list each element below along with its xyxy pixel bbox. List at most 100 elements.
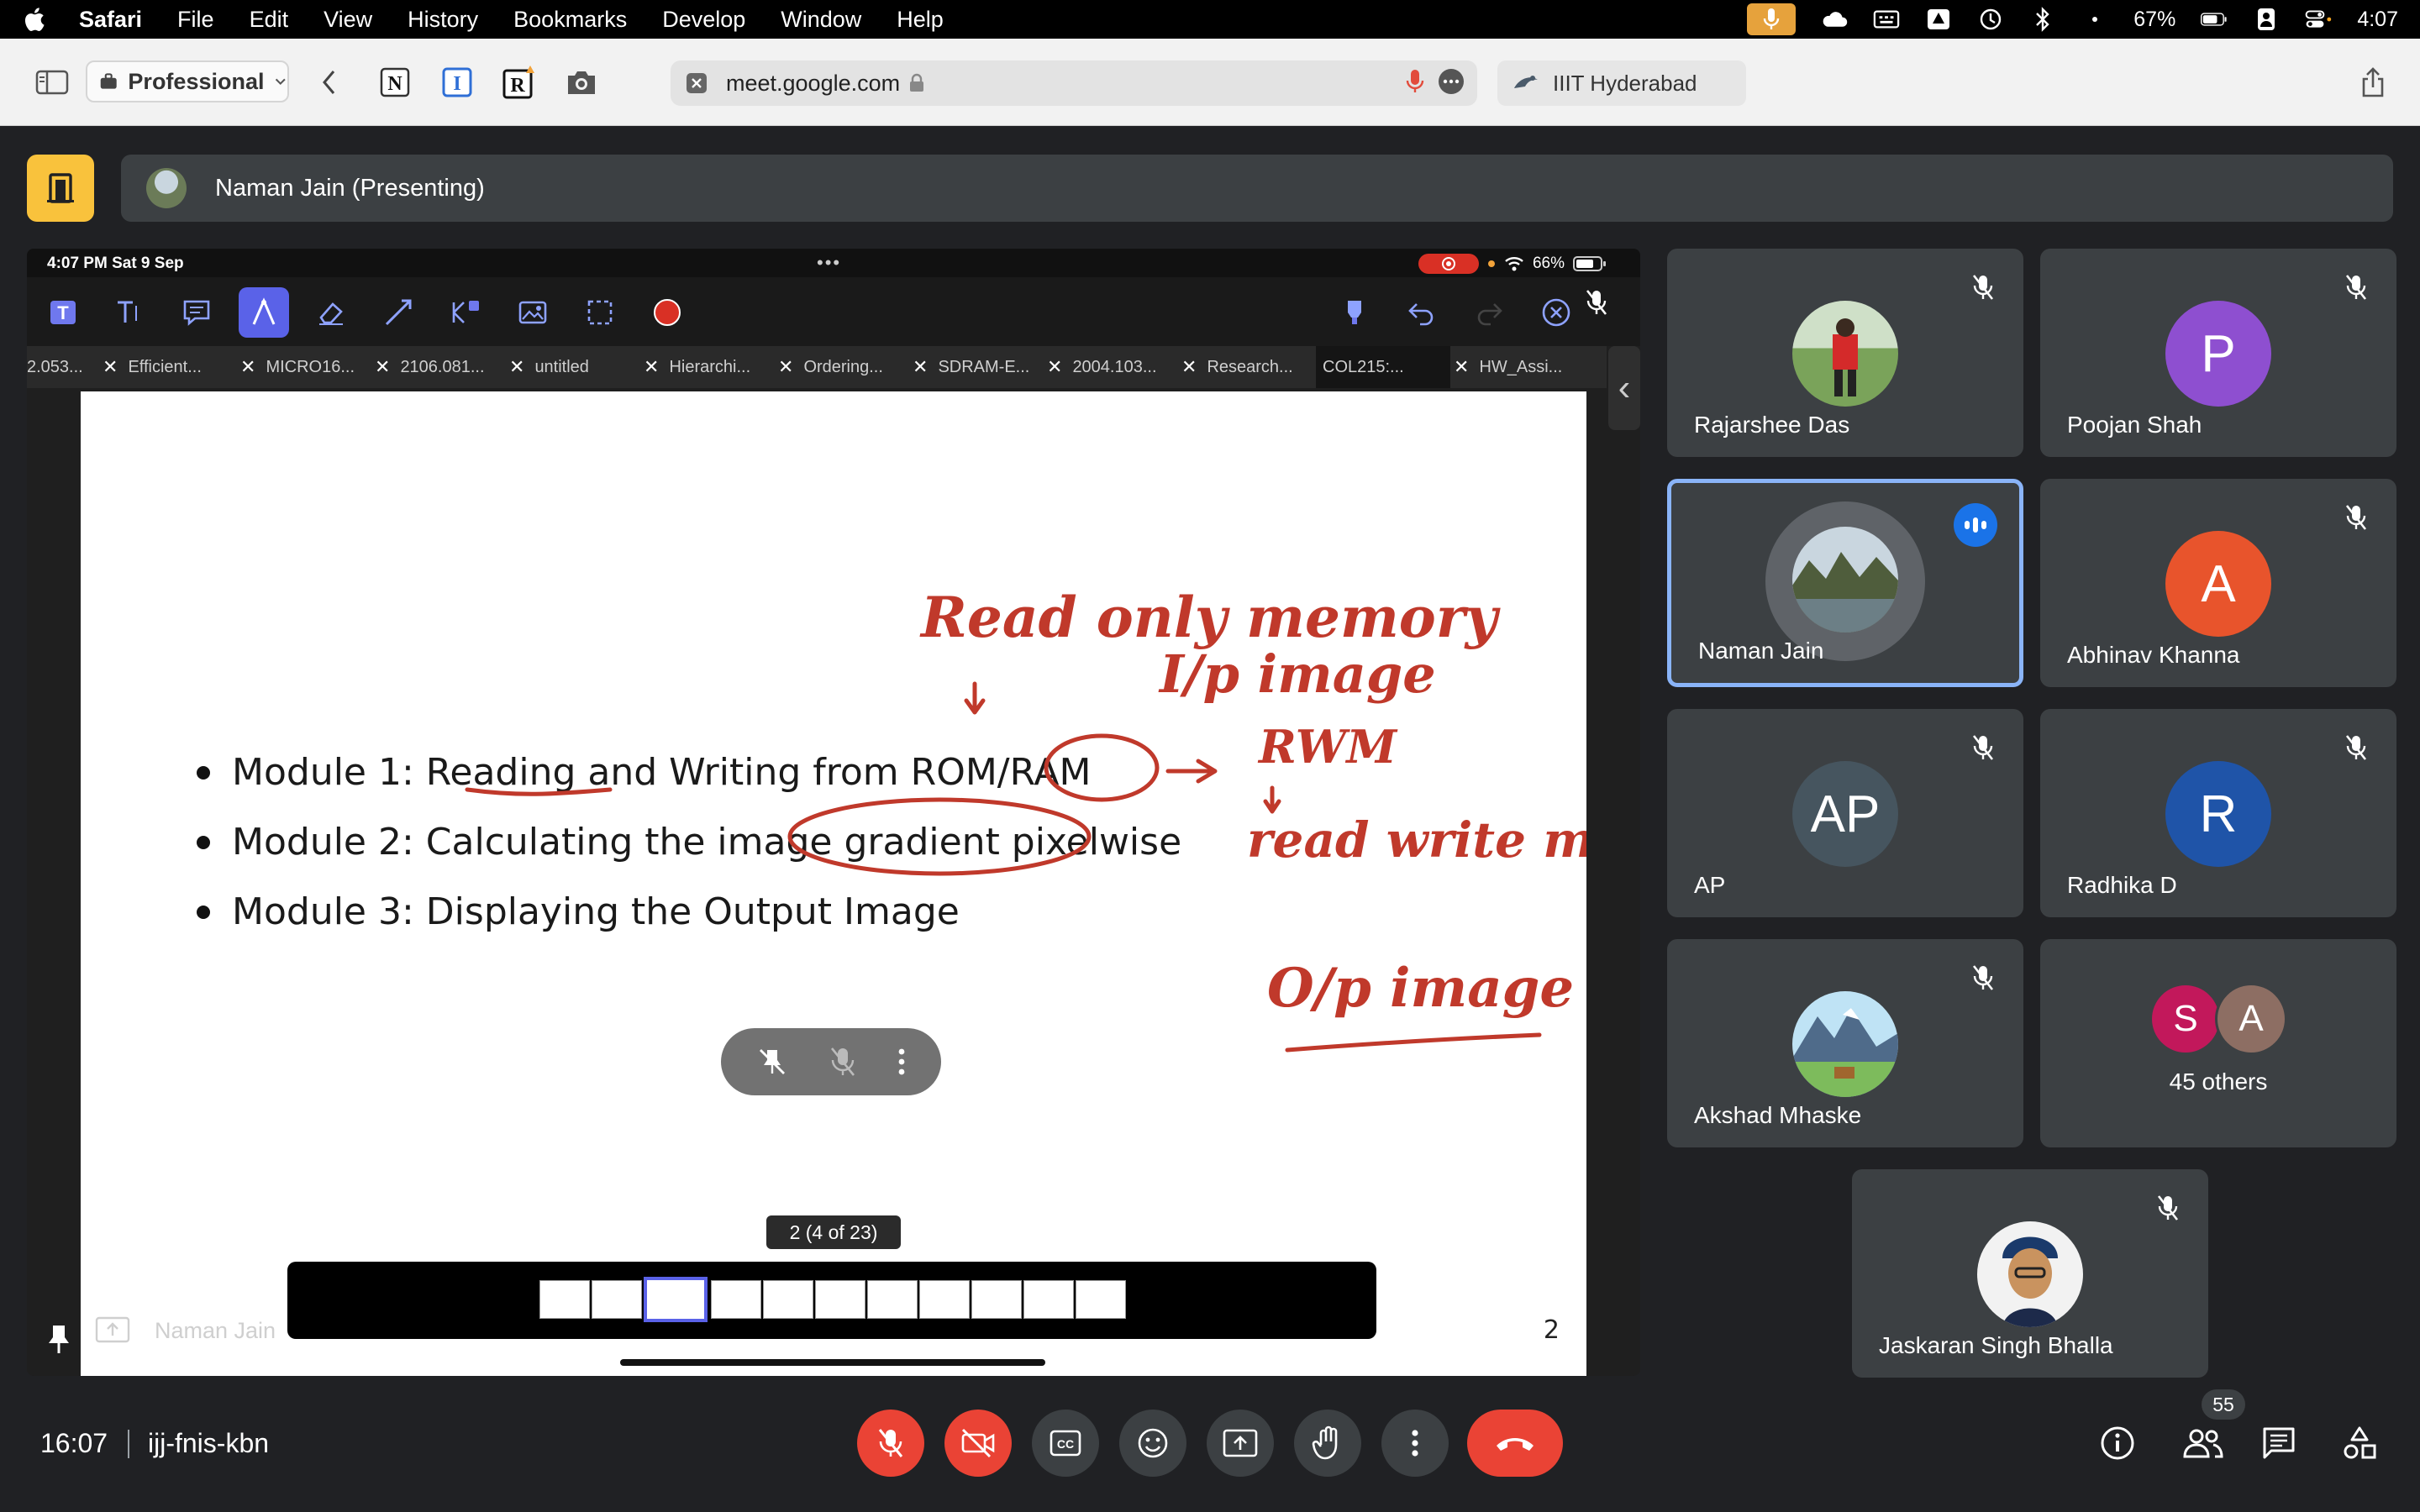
close-icon[interactable]: ✕ bbox=[1047, 356, 1062, 378]
close-icon[interactable]: ✕ bbox=[375, 356, 390, 378]
control-center-icon[interactable] bbox=[2305, 8, 2332, 31]
close-icon[interactable]: ✕ bbox=[644, 356, 659, 378]
menu-file[interactable]: File bbox=[177, 7, 214, 33]
comment-tool-icon[interactable] bbox=[171, 287, 222, 338]
activities-button[interactable] bbox=[2338, 1421, 2381, 1465]
participant-tile[interactable]: R Radhika D bbox=[2040, 709, 2396, 917]
menu-help[interactable]: Help bbox=[897, 7, 944, 33]
page-thumbnail[interactable] bbox=[1076, 1280, 1126, 1319]
text-box-tool-icon[interactable]: T bbox=[39, 287, 89, 338]
undo-icon[interactable] bbox=[1397, 287, 1447, 338]
share-icon[interactable] bbox=[2356, 64, 2390, 101]
time-machine-icon[interactable] bbox=[1977, 8, 2004, 31]
reactions-button[interactable] bbox=[1119, 1410, 1186, 1477]
doc-tab[interactable]: ✕ Research... bbox=[1181, 346, 1316, 388]
pin-icon[interactable] bbox=[45, 1322, 72, 1360]
menu-edit[interactable]: Edit bbox=[250, 7, 289, 33]
sidebar-handle-icon[interactable]: ‹ bbox=[1608, 346, 1640, 430]
meet-room-icon[interactable] bbox=[27, 155, 94, 222]
redo-icon[interactable] bbox=[1464, 287, 1514, 338]
user-switch-icon[interactable] bbox=[2253, 8, 2280, 31]
toggle-camera-button[interactable] bbox=[944, 1410, 1012, 1477]
more-options-button[interactable] bbox=[1381, 1410, 1449, 1477]
url-text[interactable]: meet.google.com bbox=[726, 71, 900, 97]
present-now-button[interactable] bbox=[1207, 1410, 1274, 1477]
meeting-details-button[interactable] bbox=[2096, 1421, 2139, 1465]
close-tab-icon[interactable] bbox=[686, 72, 708, 94]
profile-selector[interactable]: Professional bbox=[86, 60, 289, 102]
page-thumbnail[interactable] bbox=[763, 1280, 813, 1319]
menu-develop[interactable]: Develop bbox=[662, 7, 745, 33]
keyboard-input-icon[interactable] bbox=[1873, 8, 1900, 31]
text-tool-icon[interactable] bbox=[104, 287, 155, 338]
doc-tab[interactable]: ✕ 2106.081... bbox=[375, 346, 509, 388]
doc-tab[interactable]: ✕ Hierarchi... bbox=[644, 346, 778, 388]
participant-tile[interactable]: A Abhinav Khanna bbox=[2040, 479, 2396, 687]
doc-tab[interactable]: 2.053... bbox=[27, 346, 99, 388]
doc-tab[interactable]: ✕ Efficient... bbox=[103, 346, 237, 388]
participant-tile[interactable]: Rajarshee Das bbox=[1667, 249, 2023, 457]
participant-tile[interactable]: P Poojan Shah bbox=[2040, 249, 2396, 457]
others-tile[interactable]: S A 45 others bbox=[2040, 939, 2396, 1147]
close-icon[interactable]: ✕ bbox=[1454, 356, 1469, 378]
doc-tab[interactable]: ✕ 2004.103... bbox=[1047, 346, 1181, 388]
unpin-icon[interactable] bbox=[755, 1045, 789, 1079]
participant-tile[interactable]: Akshad Mhaske bbox=[1667, 939, 2023, 1147]
participant-tile-speaking[interactable]: Naman Jain bbox=[1667, 479, 2023, 687]
page-thumbnail[interactable] bbox=[867, 1280, 918, 1319]
address-bar[interactable]: meet.google.com bbox=[671, 60, 1477, 106]
wifi-dot-icon[interactable] bbox=[2081, 8, 2108, 31]
microphone-in-use-icon[interactable] bbox=[1747, 3, 1797, 35]
page-thumbnail[interactable] bbox=[919, 1280, 970, 1319]
people-button[interactable] bbox=[2176, 1421, 2230, 1465]
page-thumbnail-strip[interactable] bbox=[287, 1262, 1376, 1339]
menu-window[interactable]: Window bbox=[781, 7, 861, 33]
more-vert-icon[interactable] bbox=[897, 1045, 907, 1079]
toggle-mic-button[interactable] bbox=[857, 1410, 924, 1477]
color-picker-icon[interactable] bbox=[642, 287, 692, 338]
raise-hand-button[interactable] bbox=[1294, 1410, 1361, 1477]
close-icon[interactable]: ✕ bbox=[913, 356, 928, 378]
screenshot-extension-icon[interactable] bbox=[563, 64, 600, 101]
page-thumbnail[interactable] bbox=[539, 1280, 590, 1319]
readwise-extension-icon[interactable]: R bbox=[501, 64, 538, 101]
tab-iiit-hyderabad[interactable]: IIIT Hyderabad bbox=[1497, 60, 1746, 106]
eraser-tool-icon[interactable] bbox=[306, 287, 356, 338]
google-drive-icon[interactable] bbox=[1925, 8, 1952, 31]
chat-button[interactable] bbox=[2257, 1421, 2301, 1465]
more-options-icon[interactable] bbox=[1437, 67, 1465, 96]
highlighter-icon[interactable] bbox=[1329, 287, 1380, 338]
bluetooth-icon[interactable] bbox=[2029, 7, 2056, 32]
menu-view[interactable]: View bbox=[324, 7, 372, 33]
doc-tab-active[interactable]: COL215:... bbox=[1316, 346, 1450, 388]
doc-tab[interactable]: ✕ SDRAM-E... bbox=[913, 346, 1047, 388]
menu-bookmarks[interactable]: Bookmarks bbox=[513, 7, 627, 33]
close-icon[interactable]: ✕ bbox=[103, 356, 118, 378]
menubar-clock[interactable]: 4:07 bbox=[2357, 8, 2398, 32]
close-icon[interactable]: ✕ bbox=[778, 356, 793, 378]
mute-icon[interactable] bbox=[828, 1045, 858, 1079]
menu-history[interactable]: History bbox=[408, 7, 478, 33]
apple-menu-icon[interactable] bbox=[22, 6, 45, 33]
selection-tool-icon[interactable] bbox=[575, 287, 625, 338]
icloud-icon[interactable] bbox=[1821, 8, 1848, 31]
notion-extension-icon[interactable]: N bbox=[376, 64, 413, 101]
close-icon[interactable]: ✕ bbox=[509, 356, 524, 378]
doc-tab[interactable]: ✕ Ordering... bbox=[778, 346, 913, 388]
doc-tab[interactable]: ✕ MICRO16... bbox=[240, 346, 375, 388]
page-thumbnail[interactable] bbox=[711, 1280, 761, 1319]
page-thumbnail[interactable] bbox=[815, 1280, 865, 1319]
close-icon[interactable]: ✕ bbox=[240, 356, 255, 378]
image-tool-icon[interactable] bbox=[508, 287, 558, 338]
close-icon[interactable]: ✕ bbox=[1181, 356, 1197, 378]
back-icon[interactable] bbox=[314, 64, 345, 101]
page-thumbnail-current[interactable] bbox=[644, 1277, 708, 1322]
site-microphone-icon[interactable] bbox=[1405, 67, 1425, 96]
page-thumbnail[interactable] bbox=[592, 1280, 642, 1319]
participant-tile[interactable]: AP AP bbox=[1667, 709, 2023, 917]
captions-button[interactable]: CC bbox=[1032, 1410, 1099, 1477]
menu-app-name[interactable]: Safari bbox=[79, 7, 142, 33]
doc-tab[interactable]: ✕ untitled bbox=[509, 346, 644, 388]
page-thumbnail[interactable] bbox=[971, 1280, 1022, 1319]
leave-call-button[interactable] bbox=[1467, 1410, 1563, 1477]
